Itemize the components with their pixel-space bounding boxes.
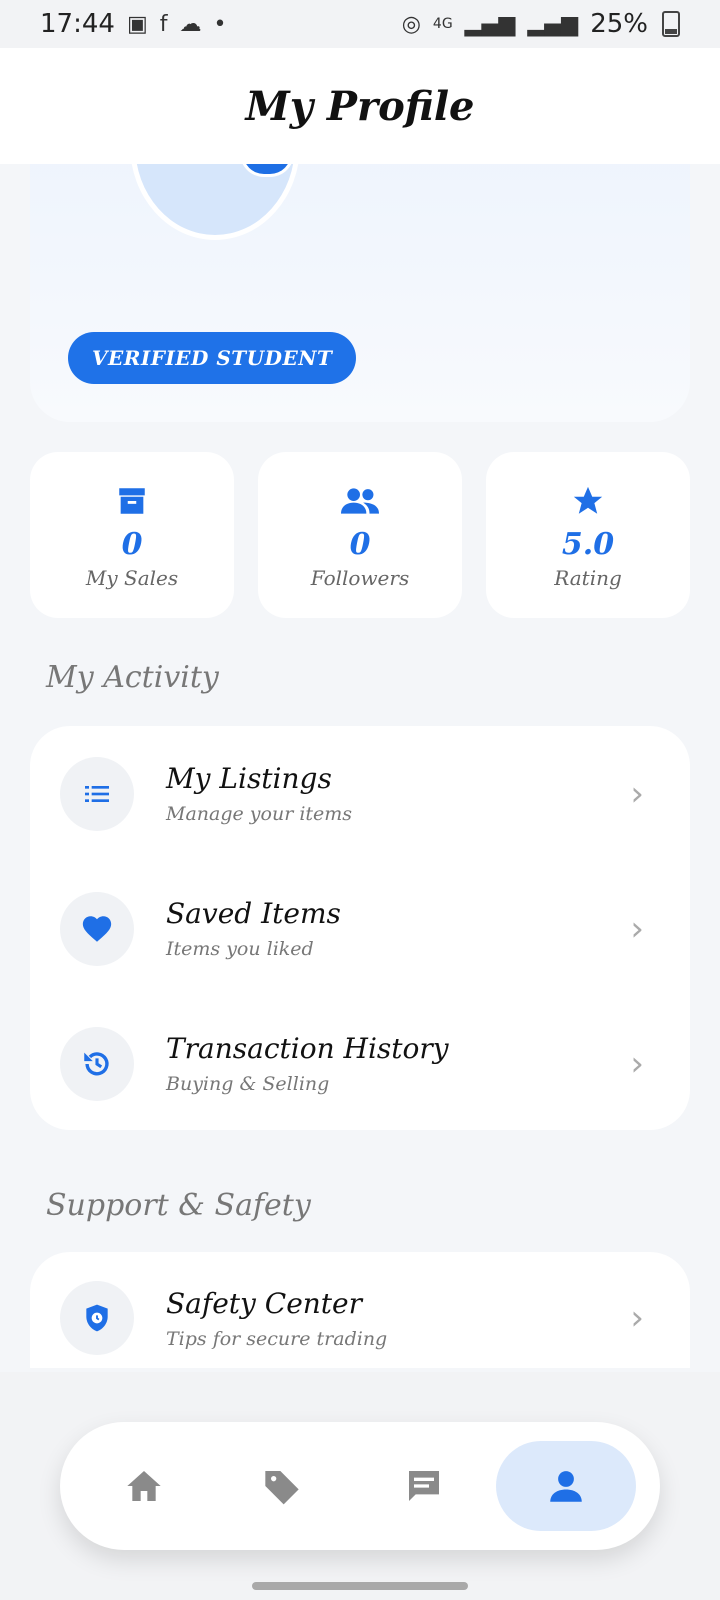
status-time: 17:44 xyxy=(40,9,115,39)
menu-texts: Saved Items Items you liked xyxy=(166,897,341,960)
nav-chat[interactable] xyxy=(354,1441,494,1531)
stat-label: My Sales xyxy=(85,565,179,590)
star-icon xyxy=(568,481,608,521)
history-icon xyxy=(60,1026,134,1101)
stat-label: Rating xyxy=(554,565,622,590)
heart-icon xyxy=(60,891,134,966)
dot-icon: • xyxy=(213,11,227,37)
menu-title: Saved Items xyxy=(166,897,341,930)
hotspot-icon: ◎ xyxy=(401,11,421,37)
page-title: My Profile xyxy=(245,82,475,130)
activity-card: My Listings Manage your items › Saved It… xyxy=(30,726,690,1130)
stat-card-rating[interactable]: 5.0 Rating xyxy=(486,452,690,618)
stat-value: 5.0 xyxy=(561,526,615,562)
profile-card: VERIFIED STUDENT xyxy=(30,140,690,422)
home-icon xyxy=(127,1471,161,1501)
signal-icon: ▂▄▆ xyxy=(464,11,516,37)
menu-texts: Safety Center Tips for secure trading xyxy=(166,1287,387,1350)
battery-icon xyxy=(662,11,680,37)
nav-home[interactable] xyxy=(74,1441,214,1531)
facebook-icon: f xyxy=(159,11,168,37)
tag-icon xyxy=(265,1471,299,1505)
menu-subtitle: Manage your items xyxy=(166,803,353,825)
menu-title: Transaction History xyxy=(166,1032,449,1065)
nav-tag[interactable] xyxy=(212,1441,352,1531)
status-left: 17:44 ▣ f ☁ • xyxy=(40,9,226,39)
gallery-icon: ▣ xyxy=(126,11,148,37)
section-title-activity: My Activity xyxy=(46,660,219,695)
menu-texts: Transaction History Buying & Selling xyxy=(166,1032,449,1095)
nav-profile[interactable] xyxy=(496,1441,636,1531)
status-bar: 17:44 ▣ f ☁ • ◎ 4G ▂▄▆ ▂▄▆ 25% xyxy=(0,0,720,48)
group-icon xyxy=(340,481,380,521)
battery-percent: 25% xyxy=(590,9,648,39)
stat-card-sales[interactable]: 0 My Sales xyxy=(30,452,234,618)
chevron-right-icon: › xyxy=(630,773,644,814)
section-title-support: Support & Safety xyxy=(46,1188,311,1223)
menu-subtitle: Buying & Selling xyxy=(166,1073,330,1095)
status-right: ◎ 4G ▂▄▆ ▂▄▆ 25% xyxy=(402,9,680,39)
menu-item-my-listings[interactable]: My Listings Manage your items › xyxy=(30,726,690,861)
stat-value: 0 xyxy=(121,526,143,562)
signal-icon-2: ▂▄▆ xyxy=(527,11,579,37)
home-indicator[interactable] xyxy=(252,1582,468,1590)
bottom-nav xyxy=(60,1422,660,1550)
shield-icon xyxy=(60,1281,134,1355)
support-card: Safety Center Tips for secure trading › xyxy=(30,1252,690,1368)
menu-item-transaction-history[interactable]: Transaction History Buying & Selling › xyxy=(30,996,690,1131)
app-header: My Profile xyxy=(0,48,720,164)
chevron-right-icon: › xyxy=(630,908,644,949)
archive-icon xyxy=(112,481,152,521)
menu-item-safety-center[interactable]: Safety Center Tips for secure trading › xyxy=(30,1252,690,1368)
person-icon xyxy=(550,1471,582,1502)
menu-subtitle: Tips for secure trading xyxy=(166,1327,388,1350)
chevron-right-icon: › xyxy=(630,1043,644,1084)
menu-texts: My Listings Manage your items xyxy=(166,762,352,825)
chat-icon xyxy=(409,1471,439,1501)
list-icon xyxy=(60,756,134,831)
stat-card-followers[interactable]: 0 Followers xyxy=(258,452,462,618)
chevron-right-icon: › xyxy=(630,1298,644,1338)
cloud-icon: ☁ xyxy=(179,11,202,37)
menu-title: Safety Center xyxy=(166,1286,363,1320)
menu-item-saved-items[interactable]: Saved Items Items you liked › xyxy=(30,861,690,996)
stats-row: 0 My Sales 0 Followers 5.0 Rating xyxy=(30,452,690,618)
stat-value: 0 xyxy=(349,526,371,562)
menu-subtitle: Items you liked xyxy=(166,938,314,960)
verified-student-badge: VERIFIED STUDENT xyxy=(68,332,357,384)
menu-title: My Listings xyxy=(166,762,332,795)
stat-label: Followers xyxy=(310,565,410,590)
network-type: 4G xyxy=(432,16,453,32)
